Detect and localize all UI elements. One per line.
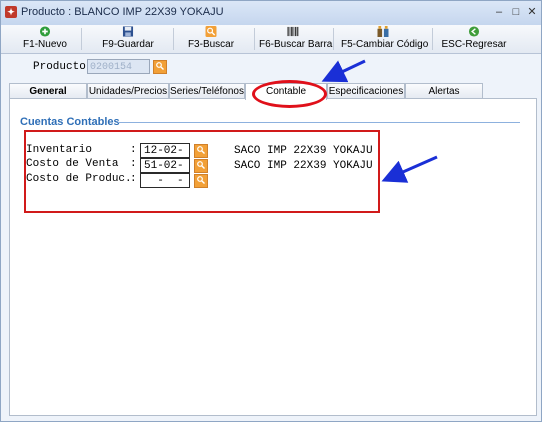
annotation-arrows <box>321 59 438 183</box>
annotation-arrow-box <box>381 155 438 183</box>
annotation-arrow-tab <box>321 59 366 83</box>
product-window: ✦ Producto : BLANCO IMP 22X39 YOKAJU – □… <box>0 0 542 422</box>
